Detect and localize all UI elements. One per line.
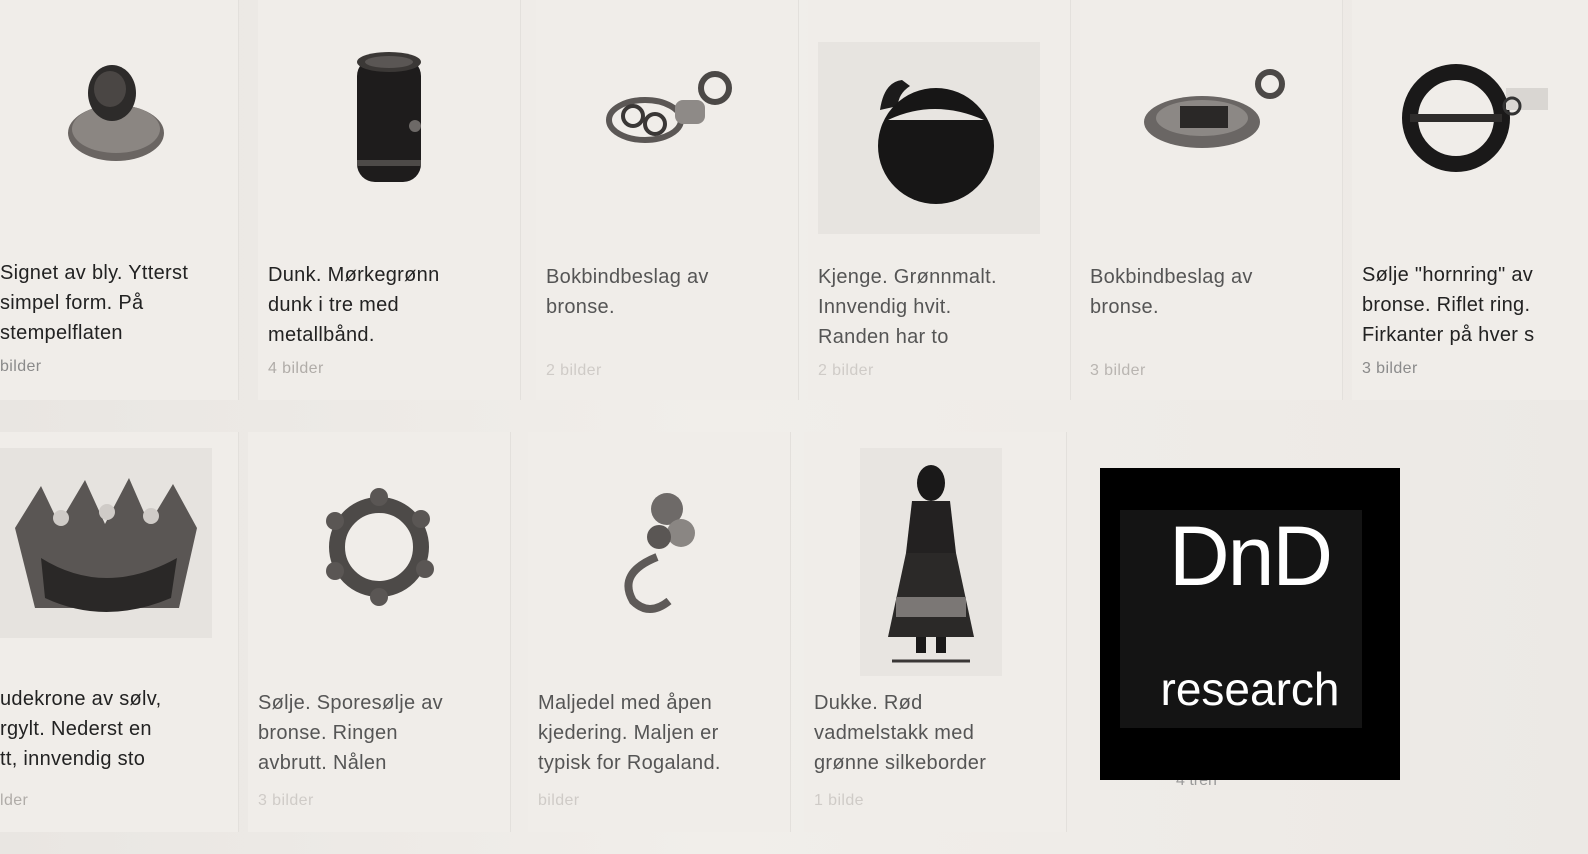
dnd-research-logo: DnD research (1100, 468, 1400, 780)
item-caption: Sølje. Sporesølje av bronse. Ringen avbr… (258, 692, 443, 774)
logo-title: DnD (1168, 509, 1333, 603)
ring-brooch-icon (1402, 64, 1548, 172)
bridal-crown-icon (15, 478, 197, 612)
gallery-card[interactable]: Sølje "hornring" av bronse. Riflet ring.… (1352, 0, 1588, 400)
bronze-clasp-icon (1144, 69, 1285, 148)
item-caption: udekrone av sølv, rgylt. Nederst en tt, … (0, 688, 162, 770)
item-caption: Bokbindbeslag av bronse. (1090, 266, 1253, 318)
thumbnail[interactable] (528, 432, 790, 662)
bronze-clasp-icon (606, 71, 732, 143)
image-count: lder (0, 792, 29, 809)
image-count: 3 bilder (258, 792, 314, 809)
image-count: bilder (538, 792, 580, 809)
image-count: 3 bilder (1090, 362, 1146, 379)
wooden-bowl-icon (878, 80, 994, 204)
thumbnail[interactable] (1080, 0, 1342, 230)
gallery-card[interactable]: Maljedel med åpen kjedering. Maljen er t… (528, 432, 791, 832)
thumbnail[interactable] (860, 448, 1002, 676)
gallery-card[interactable]: Kjenge. Grønnmalt. Innvendig hvit. Rande… (808, 0, 1071, 400)
thumbnail[interactable] (536, 0, 798, 230)
item-caption: Sølje "hornring" av bronse. Riflet ring.… (1362, 264, 1535, 346)
gallery-card[interactable]: Dunk. Mørkegrønn dunk i tre med metallbå… (258, 0, 521, 400)
thumbnail[interactable] (0, 448, 212, 638)
image-count: 3 bilder (1362, 360, 1418, 377)
item-caption: Dunk. Mørkegrønn dunk i tre med metallbå… (268, 264, 440, 346)
doll-icon (888, 465, 974, 663)
thumbnail[interactable] (258, 0, 520, 230)
gallery-card[interactable]: Bokbindbeslag av bronse. 3 bilder (1080, 0, 1343, 400)
gallery-canvas: Signet av bly. Ytterst simpel form. På s… (0, 0, 1588, 854)
wooden-keg-icon (357, 52, 421, 182)
lead-seal-icon (68, 65, 164, 161)
image-count: 2 bilder (546, 362, 602, 379)
thumbnail[interactable] (0, 0, 238, 230)
logo-subtitle: research (1160, 663, 1340, 715)
image-count: 1 bilde (814, 792, 864, 809)
image-count: 2 bilder (818, 362, 874, 379)
gallery-card[interactable]: Bokbindbeslag av bronse. 2 bilder (536, 0, 799, 400)
thumbnail[interactable] (818, 42, 1040, 234)
image-count: 4 bilder (268, 360, 324, 377)
eyelet-hook-icon (624, 493, 695, 613)
gallery-card[interactable]: Sølje. Sporesølje av bronse. Ringen avbr… (248, 432, 511, 832)
item-caption: Dukke. Rød vadmelstakk med grønne silkeb… (814, 692, 987, 774)
item-caption: Kjenge. Grønnmalt. Innvendig hvit. Rande… (818, 266, 997, 348)
gallery-card[interactable]: Signet av bly. Ytterst simpel form. På s… (0, 0, 239, 400)
gallery-card[interactable]: Dukke. Rød vadmelstakk med grønne silkeb… (804, 432, 1067, 832)
thumbnail[interactable] (248, 432, 510, 662)
spur-brooch-icon (326, 488, 434, 606)
item-caption: Signet av bly. Ytterst simpel form. På s… (0, 262, 189, 344)
image-count: bilder (0, 358, 42, 375)
item-caption: Bokbindbeslag av bronse. (546, 266, 709, 318)
thumbnail[interactable] (1352, 0, 1588, 230)
item-caption: Maljedel med åpen kjedering. Maljen er t… (538, 692, 721, 774)
gallery-card[interactable]: udekrone av sølv, rgylt. Nederst en tt, … (0, 432, 239, 832)
